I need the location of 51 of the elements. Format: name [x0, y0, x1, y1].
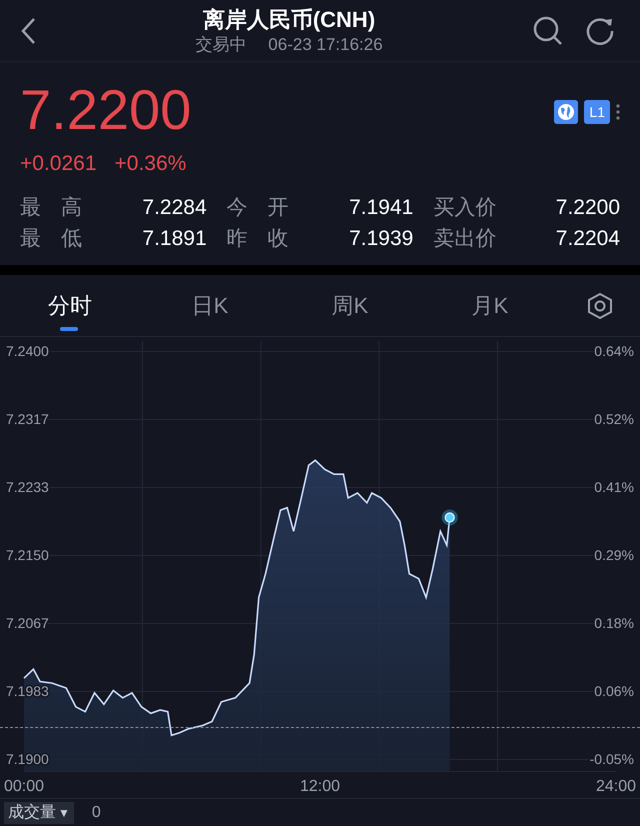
x-axis-label: 00:00 — [4, 778, 44, 795]
stat-label: 昨收 — [226, 226, 309, 252]
more-icon[interactable] — [616, 103, 620, 121]
y-axis-label: 7.2067 — [6, 614, 49, 631]
stat-label: 最低 — [20, 226, 102, 252]
settings-icon — [587, 292, 613, 320]
back-icon — [20, 16, 36, 44]
chart-tab[interactable]: 分时 — [0, 274, 140, 336]
window-title: 离岸人民币(CNH) — [202, 6, 376, 34]
percent-axis-label: 0.18% — [594, 614, 634, 631]
globe-badge[interactable] — [554, 100, 578, 124]
price-change: +0.0261 — [20, 151, 96, 177]
y-axis-label: 7.2400 — [6, 343, 49, 359]
y-axis-label: 7.2317 — [6, 410, 49, 427]
stat-label: 今开 — [226, 194, 309, 220]
y-axis-label: 7.2233 — [6, 479, 49, 496]
search-icon — [532, 14, 564, 46]
volume-dropdown[interactable]: 成交量▼ — [4, 802, 74, 824]
chart-tab[interactable]: 日K — [140, 274, 280, 336]
y-axis-label: 7.1983 — [6, 683, 49, 700]
volume-value: 0 — [92, 802, 101, 822]
stat-value: 7.2284 — [142, 194, 207, 220]
y-axis-label: 7.1900 — [6, 751, 49, 767]
current-price: 7.2200 — [20, 80, 192, 140]
latest-point-marker — [442, 509, 458, 526]
level-badge[interactable]: L1 — [584, 100, 610, 124]
globe-icon — [557, 103, 576, 121]
x-axis-label: 24:00 — [596, 778, 636, 795]
tab-indicator — [60, 326, 78, 330]
percent-axis-label: 0.29% — [594, 547, 634, 563]
stat-label: 最高 — [20, 194, 102, 220]
stat-value: 7.1939 — [349, 226, 414, 252]
y-axis-label: 7.2150 — [6, 547, 49, 563]
stat-value: 7.1891 — [142, 226, 207, 252]
percent-axis-label: -0.05% — [590, 751, 634, 767]
stat-label: 买入价 — [433, 194, 496, 220]
trading-status: 交易中 — [195, 34, 246, 56]
chart-tab[interactable]: 月K — [420, 274, 560, 336]
percent-axis-label: 0.64% — [594, 343, 634, 359]
stat-value: 7.2204 — [556, 226, 620, 252]
x-axis-label: 12:00 — [300, 778, 340, 795]
stat-label: 卖出价 — [433, 226, 496, 252]
quote-time: 06-23 17:16:26 — [268, 34, 383, 56]
chart-tab[interactable]: 周K — [280, 274, 420, 336]
percent-axis-label: 0.52% — [594, 410, 634, 427]
percent-axis-label: 0.41% — [594, 479, 634, 496]
refresh-icon — [585, 16, 615, 46]
percent-change: +0.36% — [114, 151, 186, 177]
stat-value: 7.2200 — [556, 194, 620, 220]
percent-axis-label: 0.06% — [594, 683, 634, 700]
stat-value: 7.1941 — [349, 194, 414, 220]
